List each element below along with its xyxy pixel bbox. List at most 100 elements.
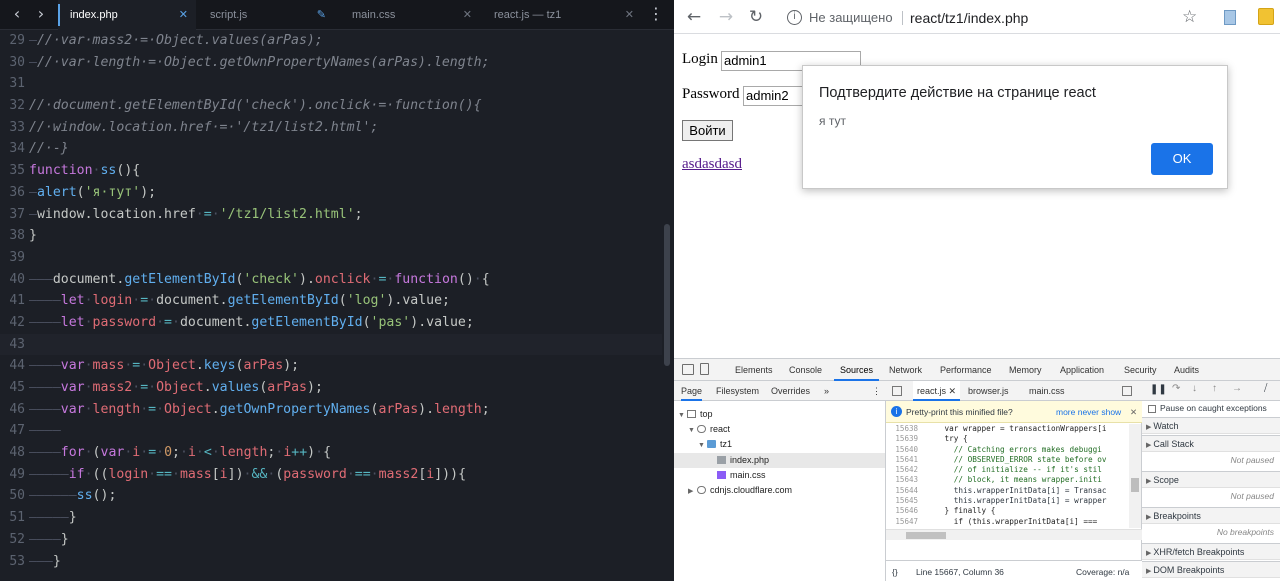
source-horizontal-scrollbar[interactable] [886,529,1142,540]
expand-arrow-icon[interactable]: ▼ [678,408,687,423]
debugger-section-header[interactable]: ▶ Watch [1142,417,1280,434]
expand-arrow-icon[interactable]: ▶ [688,484,697,499]
source-line[interactable]: 15640 // Catching errors makes debuggi [886,445,1128,455]
code-line[interactable]: 45 ————var·mass2·=·Object.values(arPas); [0,377,662,399]
close-icon[interactable]: ✕ [179,0,188,30]
tab-memory[interactable]: Memory [1009,359,1042,381]
toggle-debugger-icon[interactable] [1122,386,1132,396]
step-over-icon[interactable]: ↷ [1172,383,1180,394]
code-line[interactable]: 36 —alert('я·тут'); [0,182,662,204]
extension-icon[interactable] [1258,8,1274,25]
debugger-section-header[interactable]: ▶ DOM Breakpoints [1142,561,1280,578]
code-line[interactable]: 41 ————let·login·=·document.getElementByI… [0,290,662,312]
line-number[interactable]: 15646 [888,506,918,516]
source-code[interactable]: 15638 var wrapper = transactionWrappers[… [886,424,1128,528]
tab-console[interactable]: Console [789,359,822,381]
line-number[interactable]: 15647 [888,517,918,527]
never-show-link[interactable]: more never show [1056,401,1121,423]
editor-tab-react-js[interactable]: react.js — tz1 ✕ [482,0,642,30]
code-line[interactable]: 39 [0,247,662,269]
code-line[interactable]: 29 —//·var·mass2·=·Object.values(arPas); [0,30,662,52]
debugger-section-header[interactable]: ▶ Scope [1142,471,1280,488]
code-line[interactable]: 43 [0,333,662,356]
more-menu-icon[interactable]: ⋮ [648,0,664,30]
deactivate-breakpoints-icon[interactable]: ⧸ [1264,383,1267,394]
step-out-icon[interactable]: ↑ [1212,383,1217,394]
device-toolbar-icon[interactable] [700,363,709,375]
code-line[interactable]: 34//·-} [0,138,662,160]
tree-item[interactable]: main.css [674,468,885,483]
source-tab-main-css[interactable]: main.css [1029,381,1065,401]
expand-arrow-icon[interactable]: ▼ [698,438,707,453]
source-line[interactable]: 15641 // OBSERVED_ERROR state before ov [886,455,1128,465]
step-icon[interactable]: → [1232,383,1242,394]
code-line[interactable]: 42 ————let·password·=·document.getElement… [0,312,662,334]
code-line[interactable]: 31 [0,73,662,95]
code-line[interactable]: 40 ———document.getElementById('check').on… [0,269,662,291]
forward-icon[interactable]: → [714,4,738,30]
source-vertical-scrollbar[interactable] [1129,424,1141,528]
code-line[interactable]: 35 function·ss(){ [0,160,662,182]
source-line[interactable]: 15644 this.wrapperInitData[i] = Transac [886,486,1128,496]
tree-item[interactable]: ▼ tz1 [674,437,885,452]
code-line[interactable]: 51 —————} [0,507,662,529]
toggle-navigator-icon[interactable] [892,386,902,396]
code-line[interactable]: 32//·document.getElementById('check').on… [0,95,662,117]
navigator-menu-icon[interactable]: ⋮ [872,381,881,401]
code-line[interactable]: 48 ————for·(var·i·=·0;·i·<·length;·i++)·{ [0,442,662,464]
tab-page[interactable]: Page [681,381,703,401]
expand-arrow-icon[interactable]: ▼ [688,423,697,438]
source-tab-browser-js[interactable]: browser.js [968,381,1009,401]
not-secure-label[interactable]: Не защищено [809,8,893,28]
code-line[interactable]: 46 ————var·length·=·Object.getOwnProperty… [0,399,662,421]
line-number[interactable]: 15640 [888,445,918,455]
code-line[interactable]: 38} [0,225,662,247]
pretty-print-icon[interactable]: {} [892,561,898,581]
pause-icon[interactable]: ❚❚ [1150,384,1167,395]
address-bar[interactable]: react/tz1/index.php [910,8,1028,28]
source-line[interactable]: 15643 // block, it means wrapper.initi [886,475,1128,485]
line-number[interactable]: 15639 [888,434,918,444]
line-number[interactable]: 15638 [888,424,918,434]
code-line[interactable]: 47 ———— [0,420,662,442]
line-number[interactable]: 15643 [888,475,918,485]
editor-scrollbar[interactable] [664,224,670,366]
source-line[interactable]: 15638 var wrapper = transactionWrappers[… [886,424,1128,434]
inspect-element-icon[interactable] [682,364,694,375]
line-number[interactable]: 15641 [888,455,918,465]
more-tabs-icon[interactable]: » [824,381,829,401]
source-line[interactable]: 15645 this.wrapperInitData[i] = wrapper [886,496,1128,506]
scroll-thumb[interactable] [1131,478,1139,492]
info-icon[interactable]: i [787,10,802,25]
page-link[interactable]: asdasdasd [682,156,742,173]
source-tab-react-js[interactable]: react.js ✕ [913,381,961,401]
line-number[interactable]: 15644 [888,486,918,496]
scroll-thumb[interactable] [906,532,946,539]
tree-item[interactable]: ▼ react [674,422,885,437]
extension-icon[interactable] [1224,10,1236,25]
source-line[interactable]: 15642 // of initialize -- if it's stil [886,465,1128,475]
debugger-section-header[interactable]: ▶ Call Stack [1142,435,1280,452]
code-line[interactable]: 37 —window.location.href·=·'/tz1/list2.ht… [0,204,662,226]
debugger-section-header[interactable]: ▶ Breakpoints [1142,507,1280,524]
tab-performance[interactable]: Performance [940,359,992,381]
tree-item[interactable]: ▼ top [674,407,885,422]
editor-tab-main-css[interactable]: main.css ✕ [340,0,480,30]
code-line[interactable]: 50 ——————ss(); [0,485,662,507]
ok-button[interactable]: OK [1151,143,1213,175]
line-number[interactable]: 15648 [888,527,918,528]
back-arrow-icon[interactable]: ‹ [4,0,30,30]
debugger-section-header[interactable]: ▶ XHR/fetch Breakpoints [1142,543,1280,560]
close-icon[interactable]: ✕ [463,0,472,30]
editor-tab-index-php[interactable]: index.php ✕ [58,0,196,30]
source-line[interactable]: 15646 } finally { [886,506,1128,516]
code-line[interactable]: 53 ———} [0,551,662,573]
tab-audits[interactable]: Audits [1174,359,1199,381]
editor-tab-script-js[interactable]: script.js ✎ [198,0,338,30]
source-line[interactable]: 15647 if (this.wrapperInitData[i] === [886,517,1128,527]
pause-caught-checkbox[interactable] [1148,405,1156,413]
tab-overrides[interactable]: Overrides [771,381,810,401]
step-into-icon[interactable]: ↓ [1192,383,1197,394]
source-line[interactable]: 15639 try { [886,434,1128,444]
tab-sources[interactable]: Sources [834,359,880,381]
